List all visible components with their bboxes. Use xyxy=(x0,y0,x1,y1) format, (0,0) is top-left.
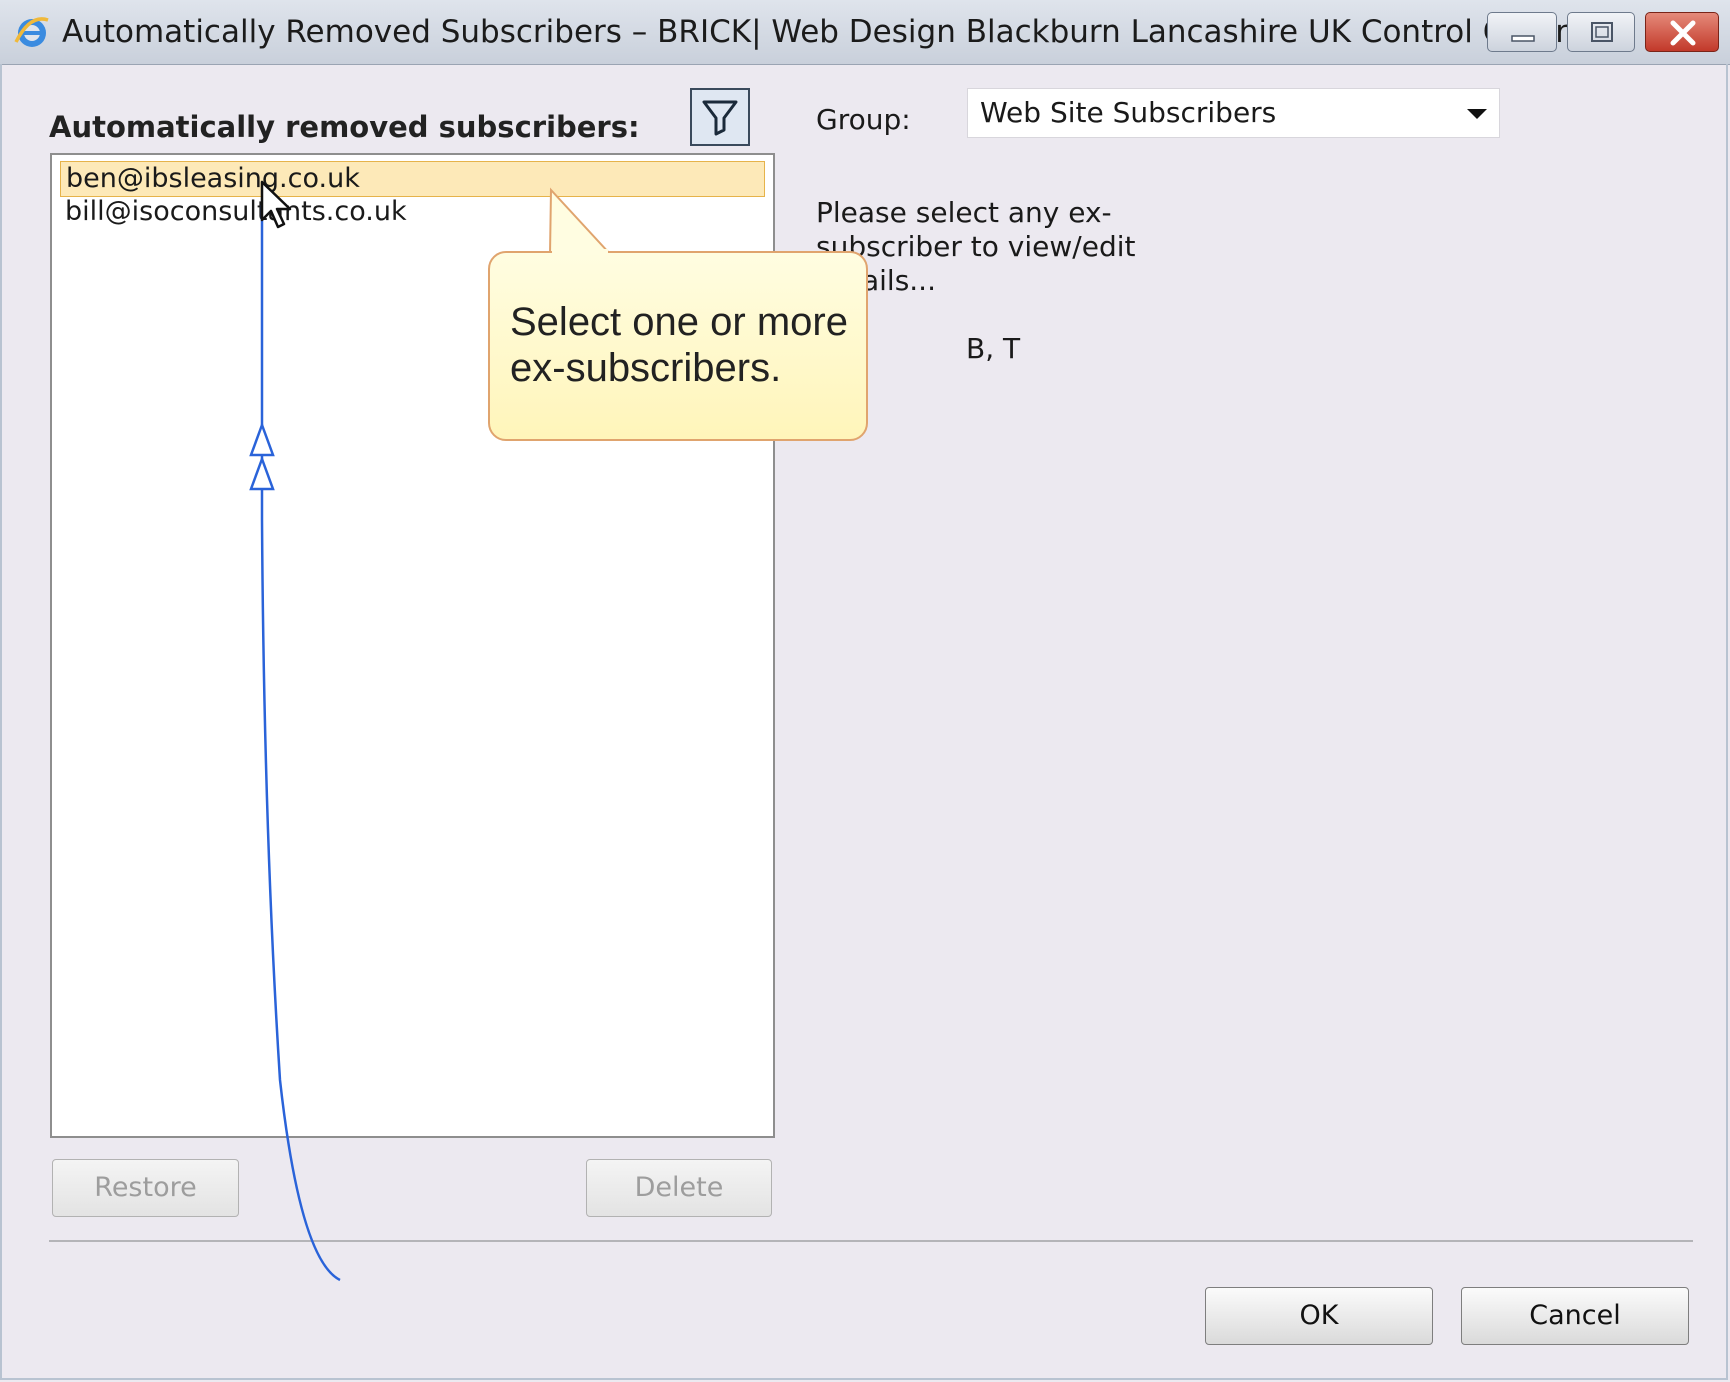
cursor-icon xyxy=(260,180,292,229)
